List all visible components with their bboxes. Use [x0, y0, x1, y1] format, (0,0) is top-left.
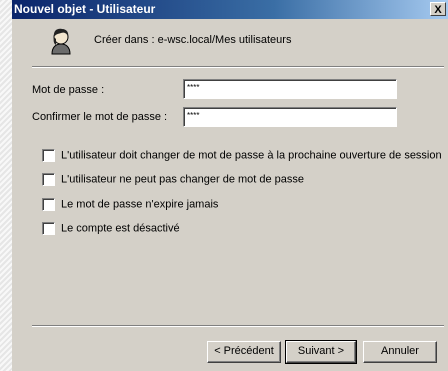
- option-account-disabled[interactable]: Le compte est désactivé: [42, 222, 180, 235]
- cancel-button[interactable]: Annuler: [363, 341, 437, 363]
- separator-top: [32, 66, 444, 68]
- checkbox[interactable]: [42, 173, 55, 186]
- checkbox[interactable]: [42, 198, 55, 211]
- option-label: Le compte est désactivé: [61, 222, 180, 235]
- option-cannot-change-password[interactable]: L'utilisateur ne peut pas changer de mot…: [42, 173, 304, 186]
- next-button[interactable]: Suivant >: [285, 340, 357, 364]
- back-button[interactable]: < Précédent: [207, 341, 281, 363]
- password-field[interactable]: ****: [183, 79, 397, 99]
- option-label: Le mot de passe n'expire jamais: [61, 198, 219, 211]
- title-bar[interactable]: Nouvel objet - Utilisateur X: [12, 0, 448, 19]
- confirm-password-field[interactable]: ****: [183, 107, 397, 127]
- user-icon: [51, 28, 71, 55]
- option-must-change-password[interactable]: L'utilisateur doit changer de mot de pas…: [42, 149, 442, 162]
- close-button[interactable]: X: [430, 2, 446, 16]
- checkbox[interactable]: [42, 222, 55, 235]
- option-label: L'utilisateur ne peut pas changer de mot…: [61, 173, 305, 186]
- checkbox[interactable]: [42, 149, 55, 162]
- option-password-never-expires[interactable]: Le mot de passe n'expire jamais: [42, 198, 218, 211]
- new-user-dialog: Nouvel objet - Utilisateur X Créer dans …: [12, 0, 448, 371]
- separator-bottom: [32, 325, 444, 327]
- password-label: Mot de passe :: [32, 84, 105, 96]
- window-title: Nouvel objet - Utilisateur: [14, 2, 156, 16]
- background-edge: [0, 0, 12, 371]
- option-label: L'utilisateur doit changer de mot de pas…: [61, 149, 442, 162]
- create-in-label: Créer dans : e-wsc.local/Mes utilisateur…: [94, 34, 292, 46]
- confirm-password-label: Confirmer le mot de passe :: [32, 111, 168, 123]
